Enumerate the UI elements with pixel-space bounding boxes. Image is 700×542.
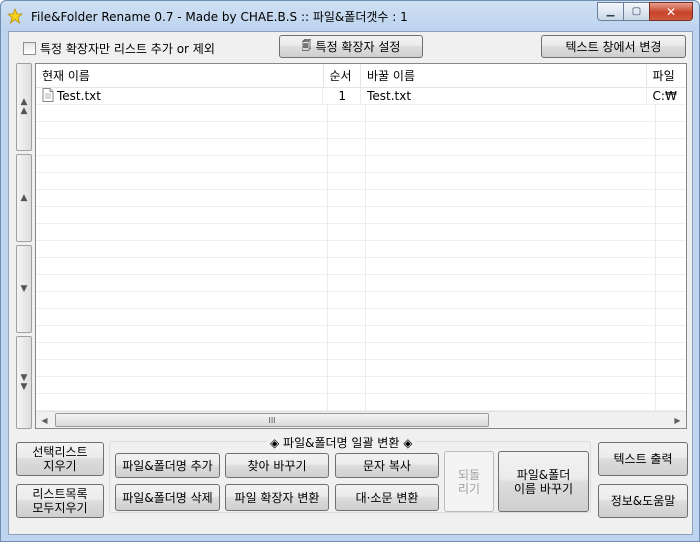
empty-row: [36, 105, 686, 122]
app-window: File&Folder Rename 0.7 - Made by CHAE.B.…: [0, 0, 700, 542]
clear-all-button[interactable]: 리스트목록 모두지우기: [16, 484, 104, 518]
maximize-button[interactable]: ▢: [623, 2, 649, 21]
empty-row: [36, 309, 686, 326]
empty-row: [36, 360, 686, 377]
close-button[interactable]: ✕: [649, 2, 693, 21]
scroll-thumb[interactable]: III: [55, 413, 489, 427]
extension-filter-label: 특정 확장자만 리스트 추가 or 제외: [40, 42, 215, 56]
move-down-button[interactable]: ▼: [16, 245, 32, 333]
file-list-view[interactable]: 현재 이름 순서 바꿀 이름 파일 Test.txt 1 Test.txt C:…: [35, 63, 687, 429]
table-row[interactable]: Test.txt 1 Test.txt C:₩: [36, 88, 686, 105]
move-to-bottom-icon: ▼ ▼: [20, 372, 28, 392]
empty-row: [36, 258, 686, 275]
client-area: 특정 확장자만 리스트 추가 or 제외 🗐 특정 확장자 설정 텍스트 창에서…: [8, 31, 693, 535]
grip-icon: III: [268, 415, 276, 425]
current-name-cell: Test.txt: [36, 88, 324, 105]
empty-row: [36, 190, 686, 207]
empty-row: [36, 377, 686, 394]
right-arrow-icon: ▶: [674, 415, 681, 425]
path-cell: C:₩: [652, 89, 677, 103]
title-bar[interactable]: File&Folder Rename 0.7 - Made by CHAE.B.…: [1, 1, 699, 31]
new-name-cell: Test.txt: [361, 88, 647, 105]
clear-selected-button[interactable]: 선택리스트 지우기: [16, 442, 104, 476]
move-down-icon: ▼: [20, 283, 28, 294]
rename-button[interactable]: 파일&폴더 이름 바꾸기: [498, 451, 589, 512]
empty-row: [36, 224, 686, 241]
copy-text-button[interactable]: 문자 복사: [335, 453, 439, 478]
move-to-top-button[interactable]: ▲ ▲: [16, 63, 32, 151]
empty-row: [36, 207, 686, 224]
extension-filter-checkbox[interactable]: 특정 확장자만 리스트 추가 or 제외: [23, 40, 215, 57]
empty-row: [36, 173, 686, 190]
add-files-button[interactable]: 파일&폴더명 추가: [115, 453, 220, 478]
maximize-icon: ▢: [631, 6, 642, 17]
text-output-button[interactable]: 텍스트 출력: [598, 442, 688, 476]
find-replace-button[interactable]: 찾아 바꾸기: [225, 453, 329, 478]
delete-files-button[interactable]: 파일&폴더명 삭제: [115, 484, 220, 511]
checkbox-box[interactable]: [23, 42, 36, 55]
order-cell: 1: [323, 88, 362, 105]
list-rows: Test.txt 1 Test.txt C:₩: [36, 88, 686, 412]
empty-row: [36, 326, 686, 343]
info-help-button[interactable]: 정보&도움말: [598, 484, 688, 518]
close-icon: ✕: [665, 4, 677, 19]
empty-row: [36, 139, 686, 156]
column-order[interactable]: 순서: [324, 64, 362, 88]
move-to-top-icon: ▲ ▲: [20, 97, 28, 116]
batch-rename-group-title: ◈ 파일&폴더명 일괄 변환 ◈: [267, 434, 416, 451]
move-to-bottom-button[interactable]: ▼ ▼: [16, 336, 32, 429]
move-up-button[interactable]: ▲: [16, 154, 32, 242]
extension-settings-label: 특정 확장자 설정: [315, 39, 401, 54]
left-arrow-icon: ◀: [41, 415, 48, 425]
empty-row: [36, 122, 686, 139]
settings-doc-icon: 🗐: [301, 40, 312, 52]
minimize-button[interactable]: ▁: [597, 2, 623, 21]
extension-change-button[interactable]: 파일 확장자 변환: [225, 484, 329, 511]
empty-row: [36, 156, 686, 173]
scroll-right-button[interactable]: ▶: [669, 412, 686, 428]
extension-settings-button[interactable]: 🗐 특정 확장자 설정: [279, 35, 423, 58]
empty-row: [36, 292, 686, 309]
empty-row: [36, 241, 686, 258]
text-window-edit-label: 텍스트 창에서 변경: [565, 39, 662, 54]
text-file-icon: [42, 88, 54, 102]
window-title: File&Folder Rename 0.7 - Made by CHAE.B.…: [31, 10, 408, 24]
empty-row: [36, 343, 686, 360]
horizontal-scrollbar[interactable]: ◀ III ▶: [36, 411, 686, 428]
text-window-edit-button[interactable]: 텍스트 창에서 변경: [541, 35, 686, 58]
move-up-icon: ▲: [20, 192, 28, 203]
minimize-icon: ▁: [606, 6, 615, 17]
window-controls: ▁ ▢ ✕: [597, 2, 693, 21]
case-change-button[interactable]: 대·소문 변환: [335, 484, 439, 511]
empty-row: [36, 394, 686, 411]
empty-row: [36, 275, 686, 292]
list-header: 현재 이름 순서 바꿀 이름 파일: [36, 64, 686, 88]
column-path[interactable]: 파일: [647, 64, 686, 88]
star-app-icon: [7, 8, 23, 24]
column-new-name[interactable]: 바꿀 이름: [361, 64, 647, 88]
scroll-left-button[interactable]: ◀: [36, 412, 53, 428]
column-current-name[interactable]: 현재 이름: [36, 64, 324, 88]
current-name-text: Test.txt: [57, 89, 101, 103]
undo-button[interactable]: 되돌 리기: [444, 451, 494, 512]
